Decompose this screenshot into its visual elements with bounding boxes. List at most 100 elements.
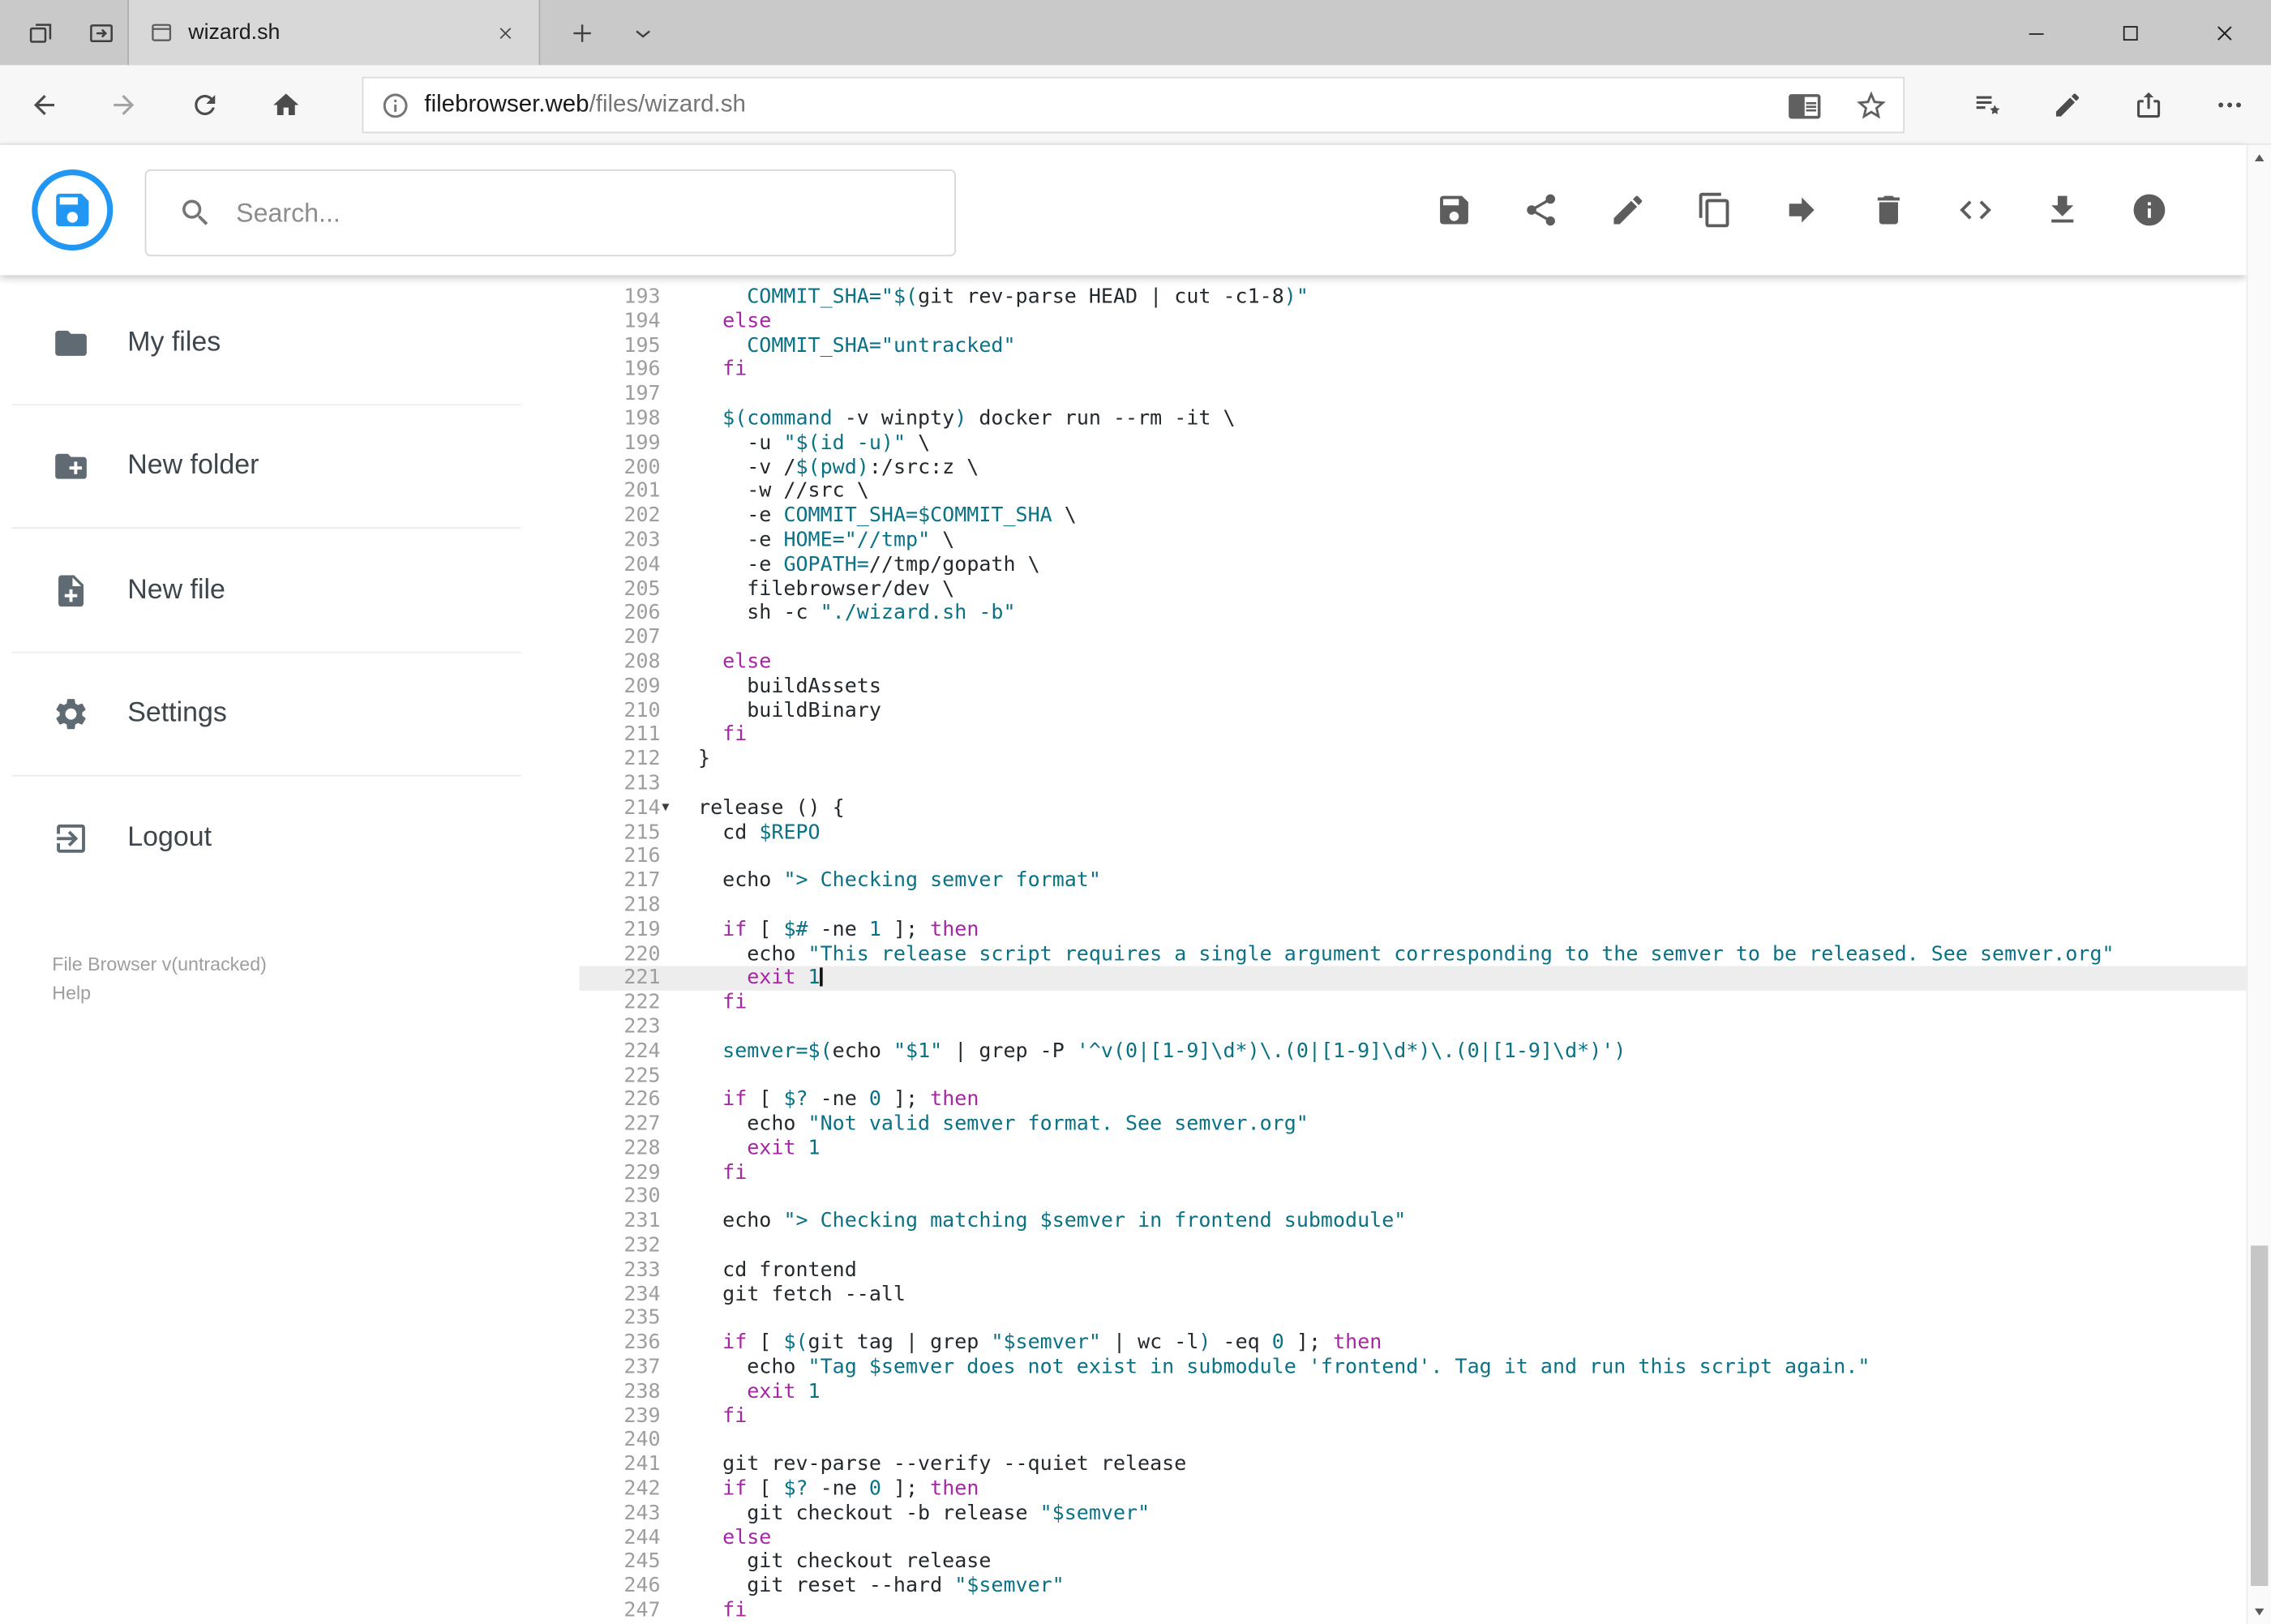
code-line[interactable]: 193 COMMIT_SHA="$(git rev-parse HEAD | c… [580, 285, 2247, 310]
new-tab-button[interactable] [553, 0, 611, 65]
code-line[interactable]: 200 -v /$(pwd):/src:z \ [580, 456, 2247, 480]
code-line[interactable]: 210 buildBinary [580, 699, 2247, 723]
code-line[interactable]: 214 ▾ release () { [580, 796, 2247, 821]
move-icon[interactable] [1783, 191, 1820, 229]
search-box[interactable] [144, 169, 956, 257]
code-line[interactable]: 225 [580, 1064, 2247, 1088]
code-line[interactable]: 195 COMMIT_SHA="untracked" [580, 334, 2247, 358]
code-line[interactable]: 208 else [580, 650, 2247, 675]
share-file-icon[interactable] [1522, 191, 1559, 229]
refresh-icon[interactable] [173, 72, 237, 136]
sidebar-item-my-files[interactable]: My files [0, 281, 580, 405]
code-line[interactable]: 231 echo "> Checking matching $semver in… [580, 1210, 2247, 1234]
fold-marker-icon[interactable]: ▾ [662, 796, 669, 821]
home-icon[interactable] [254, 72, 318, 136]
code-line[interactable]: 194 else [580, 310, 2247, 334]
code-line[interactable]: 237 echo "Tag $semver does not exist in … [580, 1356, 2247, 1380]
code-line[interactable]: 235 [580, 1307, 2247, 1331]
delete-icon[interactable] [1870, 191, 1907, 229]
copy-icon[interactable] [1696, 191, 1733, 229]
code-area[interactable]: 193 COMMIT_SHA="$(git rev-parse HEAD | c… [579, 285, 2247, 1623]
code-line[interactable]: 226 if [ $? -ne 0 ]; then [580, 1088, 2247, 1112]
code-line[interactable]: 222 fi [580, 991, 2247, 1015]
code-line[interactable]: 233 cd frontend [580, 1258, 2247, 1283]
back-icon[interactable] [11, 72, 75, 136]
code-line[interactable]: 234 git fetch --all [580, 1283, 2247, 1307]
code-line[interactable]: 245 git checkout release [580, 1550, 2247, 1575]
page-info-icon[interactable] [381, 91, 410, 120]
code-line[interactable]: 223 [580, 1015, 2247, 1039]
code-line[interactable]: 244 else [580, 1526, 2247, 1550]
code-line[interactable]: 213 [580, 772, 2247, 796]
forward-icon[interactable] [92, 72, 156, 136]
web-note-icon[interactable] [2035, 72, 2099, 136]
code-line[interactable]: 218 [580, 893, 2247, 918]
save-icon[interactable] [1435, 191, 1472, 229]
code-line[interactable]: 241 git rev-parse --verify --quiet relea… [580, 1453, 2247, 1477]
code-line[interactable]: 224 semver=$(echo "$1" | grep -P '^v(0|[… [580, 1039, 2247, 1064]
download-icon[interactable] [2044, 191, 2081, 229]
code-line[interactable]: 204 -e GOPATH=//tmp/gopath \ [580, 553, 2247, 577]
code-line[interactable]: 215 cd $REPO [580, 821, 2247, 845]
code-line[interactable]: 242 if [ $? -ne 0 ]; then [580, 1477, 2247, 1502]
code-line[interactable]: 221 exit 1 [579, 966, 2247, 992]
code-line[interactable]: 230 [580, 1185, 2247, 1210]
sidebar-item-settings[interactable]: Settings [0, 652, 580, 777]
code-line[interactable]: 220 echo "This release script requires a… [580, 942, 2247, 966]
window-close-button[interactable] [2177, 0, 2271, 65]
code-line[interactable]: 202 -e COMMIT_SHA=$COMMIT_SHA \ [580, 504, 2247, 529]
code-line[interactable]: 228 exit 1 [580, 1137, 2247, 1161]
code-line[interactable]: 239 fi [580, 1404, 2247, 1429]
tab-list-chevron-icon[interactable] [614, 0, 671, 65]
code-line[interactable]: 212} [580, 748, 2247, 772]
code-line[interactable]: 196 fi [580, 358, 2247, 383]
code-line[interactable]: 238 exit 1 [580, 1380, 2247, 1404]
sidebar-item-logout[interactable]: Logout [0, 776, 580, 901]
code-line[interactable]: 197 [580, 383, 2247, 407]
set-tabs-aside-icon[interactable] [72, 0, 130, 65]
code-line[interactable]: 198 $(command -v winpty) docker run --rm… [580, 407, 2247, 431]
tabs-overview-icon[interactable] [11, 0, 69, 65]
scrollbar-thumb[interactable] [2250, 1245, 2269, 1587]
hub-icon[interactable] [1956, 72, 2020, 136]
code-line[interactable]: 217 echo "> Checking semver format" [580, 869, 2247, 893]
code-line[interactable]: 216 [580, 845, 2247, 869]
code-line[interactable]: 232 [580, 1234, 2247, 1258]
sidebar-item-new-folder[interactable]: New folder [0, 405, 580, 529]
page-scrollbar[interactable] [2246, 144, 2271, 1624]
share-icon[interactable] [2116, 72, 2180, 136]
code-line[interactable]: 229 fi [580, 1161, 2247, 1185]
code-line[interactable]: 246 git reset --hard "$semver" [580, 1575, 2247, 1599]
code-icon[interactable] [1956, 191, 1994, 229]
browser-tab[interactable]: wizard.sh [127, 0, 541, 66]
code-line[interactable]: 199 -u "$(id -u)" \ [580, 431, 2247, 456]
menu-ellipsis-icon[interactable] [2197, 72, 2261, 136]
code-line[interactable]: 243 git checkout -b release "$semver" [580, 1502, 2247, 1526]
sidebar-item-new-file[interactable]: New file [0, 529, 580, 653]
code-line[interactable]: 206 sh -c "./wizard.sh -b" [580, 602, 2247, 626]
code-line[interactable]: 207 [580, 626, 2247, 650]
code-line[interactable]: 209 buildAssets [580, 675, 2247, 699]
window-maximize-button[interactable] [2083, 0, 2177, 65]
info-icon[interactable] [2131, 191, 2168, 229]
code-line[interactable]: 219 if [ $# -ne 1 ]; then [580, 918, 2247, 942]
code-line[interactable]: 205 filebrowser/dev \ [580, 577, 2247, 602]
code-line[interactable]: 247 fi [580, 1599, 2247, 1623]
scroll-down-icon[interactable] [2247, 1600, 2271, 1624]
help-link[interactable]: Help [52, 979, 267, 1009]
code-line[interactable]: 211 fi [580, 723, 2247, 748]
code-line[interactable]: 203 -e HOME="//tmp" \ [580, 529, 2247, 553]
scroll-up-icon[interactable] [2247, 145, 2271, 169]
url-box[interactable]: filebrowser.web/files/wizard.sh [362, 76, 1905, 134]
code-editor[interactable]: 193 COMMIT_SHA="$(git rev-parse HEAD | c… [579, 275, 2247, 1624]
window-minimize-button[interactable] [1989, 0, 2083, 65]
reading-view-icon[interactable] [1787, 88, 1822, 123]
tab-close-icon[interactable] [486, 14, 524, 51]
code-line[interactable]: 227 echo "Not valid semver format. See s… [580, 1112, 2247, 1137]
code-line[interactable]: 240 [580, 1429, 2247, 1453]
favorite-star-icon[interactable] [1854, 88, 1889, 123]
rename-icon[interactable] [1609, 191, 1647, 229]
search-input[interactable] [236, 170, 955, 255]
code-line[interactable]: 201 -w //src \ [580, 480, 2247, 504]
code-line[interactable]: 236 if [ $(git tag | grep "$semver" | wc… [580, 1331, 2247, 1356]
